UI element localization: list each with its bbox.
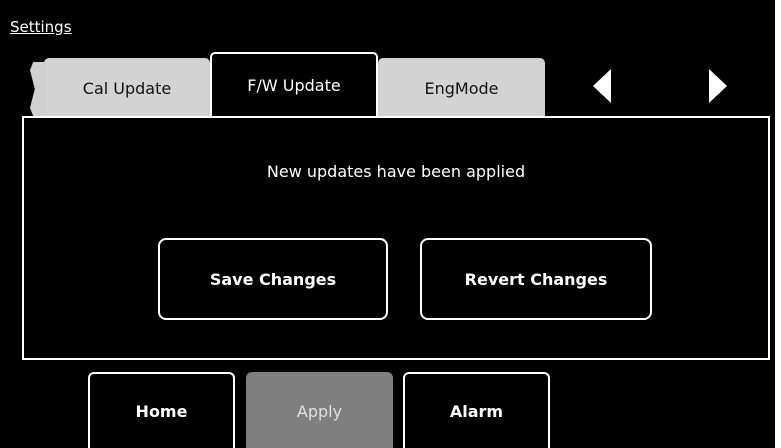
prev-arrow-icon[interactable]	[593, 69, 611, 103]
apply-label: Apply	[296, 401, 343, 421]
revert-changes-label: Revert Changes	[464, 269, 608, 289]
save-changes-button[interactable]: Save Changes	[158, 238, 388, 320]
tab-fw-update[interactable]: F/W Update	[210, 52, 378, 116]
fw-update-panel: New updates have been applied Save Chang…	[22, 116, 770, 360]
tab-engmode[interactable]: EngMode	[378, 58, 545, 116]
status-message: New updates have been applied	[266, 162, 526, 181]
tab-cal-update[interactable]: Cal Update	[44, 58, 210, 116]
tab-label: F/W Update	[247, 75, 341, 95]
tab-label: EngMode	[424, 78, 499, 98]
alarm-label: Alarm	[449, 401, 504, 421]
home-button[interactable]: Home	[88, 372, 235, 448]
page-title: Settings	[10, 18, 72, 36]
alarm-button[interactable]: Alarm	[403, 372, 550, 448]
apply-button[interactable]: Apply	[246, 372, 393, 448]
home-label: Home	[135, 401, 188, 421]
settings-screen: Settings Cal Update F/W Update EngMode N…	[0, 0, 775, 448]
save-changes-label: Save Changes	[209, 269, 337, 289]
revert-changes-button[interactable]: Revert Changes	[420, 238, 652, 320]
tab-label: Cal Update	[82, 78, 172, 98]
next-arrow-icon[interactable]	[709, 69, 727, 103]
